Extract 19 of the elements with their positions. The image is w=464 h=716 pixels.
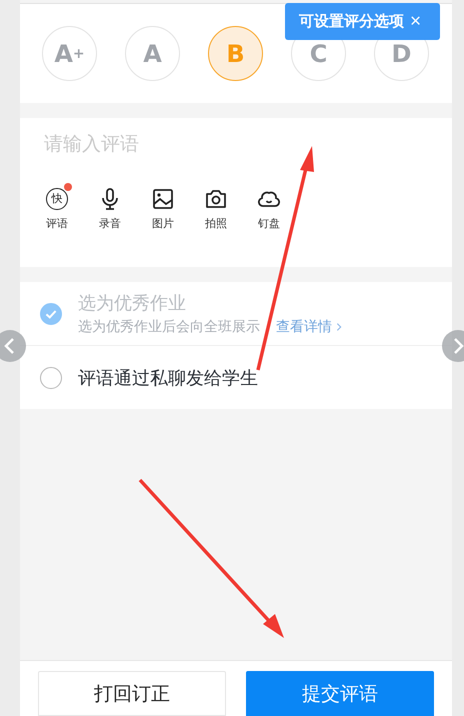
option-label: 选为优秀作业 xyxy=(78,293,186,314)
grade-option[interactable]: A xyxy=(125,26,180,81)
tool-button[interactable]: 录音 xyxy=(91,186,129,231)
previous-arrow-button[interactable] xyxy=(0,330,26,362)
tool-button[interactable]: 钉盘 xyxy=(250,186,288,231)
grade-option[interactable]: A$^{+}$ xyxy=(42,26,97,81)
tool-button[interactable]: 拍照 xyxy=(197,186,235,231)
option-description: 选为优秀作业后会向全班展示 xyxy=(78,318,260,336)
camera-icon xyxy=(204,187,228,211)
tool-button[interactable]: 图片 xyxy=(144,186,182,231)
chevron-right-icon xyxy=(334,322,344,332)
submit-button[interactable]: 提交评语 xyxy=(246,671,434,716)
next-arrow-button[interactable] xyxy=(442,330,464,362)
radio-button[interactable] xyxy=(40,366,62,388)
tool-button[interactable]: 快 评语 xyxy=(38,186,76,231)
option-label: 评语通过私聊发给学生 xyxy=(78,368,258,388)
grade-option[interactable]: B xyxy=(208,26,263,81)
return-button[interactable]: 打回订正 xyxy=(38,671,226,716)
image-icon xyxy=(151,187,175,211)
